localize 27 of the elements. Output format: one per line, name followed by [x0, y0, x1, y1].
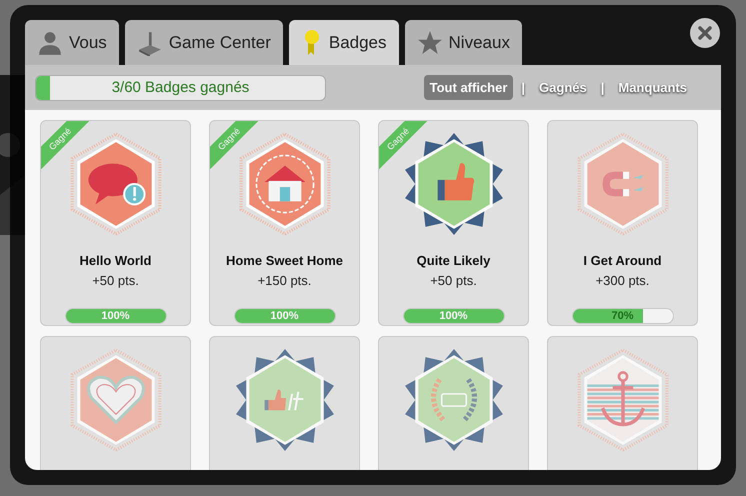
badge-points: +300 pts.	[596, 272, 650, 290]
progress-label: 70%	[610, 309, 635, 323]
separator: |	[600, 78, 604, 98]
progress-label: 100%	[100, 309, 131, 323]
close-icon	[698, 26, 712, 40]
thumbs-up-badge-icon	[234, 349, 336, 451]
badge-name: Quite Likely	[416, 252, 490, 270]
tab[interactable]: Niveaux	[404, 20, 522, 65]
badge-card[interactable]: I Get Around +300 pts. 70%	[547, 120, 698, 326]
filter-link[interactable]: Tout afficher	[424, 74, 514, 100]
separator: |	[521, 78, 526, 97]
badge-points: +50 pts.	[430, 272, 477, 290]
progress-label: 100%	[438, 309, 469, 323]
person-icon	[37, 30, 63, 56]
tab[interactable]: Vous	[25, 20, 119, 65]
badge-points: +150 pts.	[258, 272, 312, 290]
laurel-badge-icon	[402, 349, 504, 451]
tab[interactable]: Game Center	[124, 20, 283, 65]
tab[interactable]: Badges	[288, 20, 399, 65]
badge-name: I Get Around	[583, 252, 662, 270]
badge-points: +50 pts.	[92, 272, 139, 290]
badge-name: Hello World	[80, 252, 152, 270]
badge-name: Home Sweet Home	[226, 252, 344, 270]
progress-label: 3/60 Badges gagnés	[110, 78, 250, 98]
star-icon	[416, 30, 443, 56]
progress-label: 100%	[269, 309, 300, 323]
joystick-icon	[136, 30, 163, 56]
